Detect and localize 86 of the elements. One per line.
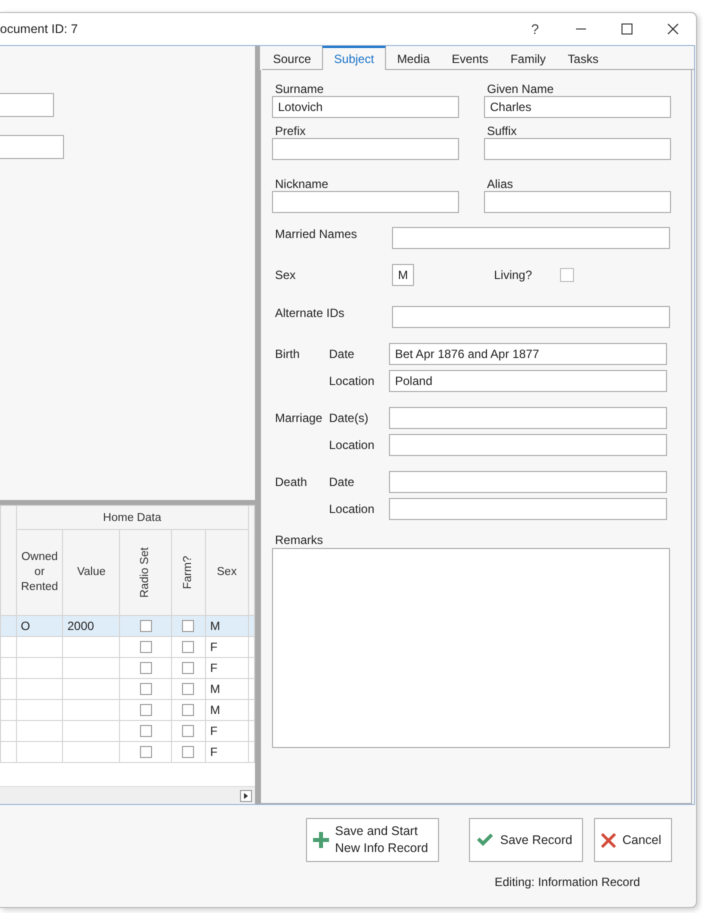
tab[interactable]: Events — [440, 48, 500, 70]
field-label: Date — [329, 475, 356, 489]
maximize-icon — [621, 23, 633, 35]
sex-field[interactable]: M — [392, 264, 414, 286]
text-field[interactable] — [389, 498, 667, 520]
field-label: Surname — [274, 82, 325, 96]
text-field[interactable] — [392, 227, 670, 249]
field-label: Remarks — [274, 533, 324, 547]
checkbox[interactable] — [140, 641, 152, 653]
checkbox[interactable] — [140, 683, 152, 695]
checkbox[interactable] — [140, 725, 152, 737]
checkbox[interactable] — [140, 620, 152, 632]
field-label: Location — [329, 374, 376, 388]
text-field[interactable] — [389, 407, 667, 429]
field-label: Location — [329, 502, 376, 516]
field-label: Prefix — [274, 124, 307, 138]
save-button[interactable]: Save Record — [469, 818, 584, 862]
tab[interactable]: Tasks — [556, 48, 610, 70]
column-header[interactable]: Farm? — [171, 530, 206, 616]
column-header[interactable]: Value — [62, 530, 120, 616]
table-cell: F — [206, 720, 248, 742]
text-field[interactable]: Charles — [484, 96, 671, 118]
scroll-right-button[interactable] — [240, 790, 252, 802]
text-field[interactable] — [272, 191, 459, 213]
checkbox[interactable] — [140, 662, 152, 674]
field-label: Suffix — [486, 124, 518, 138]
column-header[interactable]: Radio Set — [120, 530, 172, 616]
triangle-right-icon — [244, 792, 248, 798]
remarks-field[interactable] — [272, 548, 670, 748]
event-label: Birth — [275, 347, 300, 361]
checkbox[interactable] — [182, 662, 194, 674]
text-field[interactable] — [272, 138, 459, 160]
text-field[interactable] — [392, 306, 670, 328]
event-label: Death — [275, 475, 308, 489]
tab[interactable]: Family — [499, 48, 557, 70]
table-cell: M — [206, 678, 248, 700]
table-cell: M — [206, 616, 248, 636]
close-icon — [667, 23, 679, 35]
table-cell: F — [206, 636, 248, 658]
text-field[interactable] — [389, 471, 667, 493]
text-field[interactable] — [484, 191, 671, 213]
checkbox[interactable] — [182, 641, 194, 653]
field-label: Nickname — [274, 177, 330, 191]
checkbox[interactable] — [182, 683, 194, 695]
checkmark-icon — [476, 833, 494, 847]
field-label: Given Name — [486, 82, 555, 96]
field-label: Alternate IDs — [274, 306, 346, 320]
cancel-button[interactable]: Cancel — [594, 818, 672, 862]
table-cell: 2000 — [62, 616, 120, 636]
checkbox[interactable] — [560, 268, 574, 282]
field-label: Alias — [486, 177, 514, 191]
table-cell: F — [206, 658, 248, 678]
field-label: Location — [329, 438, 376, 452]
text-field[interactable] — [484, 138, 671, 160]
column-group-header: Home Data — [16, 506, 248, 530]
column-header[interactable]: Sex — [206, 530, 248, 616]
input-field[interactable] — [0, 93, 54, 117]
plus-icon — [313, 832, 329, 848]
text-field[interactable]: Bet Apr 1876 and Apr 1877 — [389, 343, 667, 365]
field-label: Date(s) — [329, 411, 370, 425]
field-label: Sex — [274, 268, 297, 282]
column-header[interactable]: Owned or Rented — [16, 530, 63, 616]
field-label: Date — [329, 347, 356, 361]
tab[interactable]: Subject — [322, 46, 386, 70]
input-field[interactable] — [0, 135, 64, 159]
help-button[interactable]: ? — [512, 13, 558, 45]
save-new-button[interactable]: Save and Start New Info Record — [306, 818, 440, 862]
checkbox[interactable] — [182, 620, 194, 632]
table-cell: O — [16, 616, 63, 636]
tab[interactable]: Media — [386, 48, 441, 70]
field-label: Married Names — [274, 227, 358, 241]
checkbox[interactable] — [182, 725, 194, 737]
window-title: ocument ID: 7 — [0, 22, 79, 36]
checkbox[interactable] — [182, 746, 194, 758]
event-label: Marriage — [275, 411, 322, 425]
checkbox[interactable] — [140, 746, 152, 758]
text-field[interactable]: Poland — [389, 370, 667, 392]
checkbox[interactable] — [140, 704, 152, 716]
table-cell: F — [206, 742, 248, 762]
table-cell: M — [206, 700, 248, 720]
text-field[interactable] — [389, 434, 667, 456]
checkbox[interactable] — [182, 704, 194, 716]
field-label: Living? — [494, 268, 534, 282]
text-field[interactable]: Lotovich — [272, 96, 459, 118]
x-icon — [601, 832, 616, 848]
status-text: Editing: Information Record — [494, 875, 640, 889]
